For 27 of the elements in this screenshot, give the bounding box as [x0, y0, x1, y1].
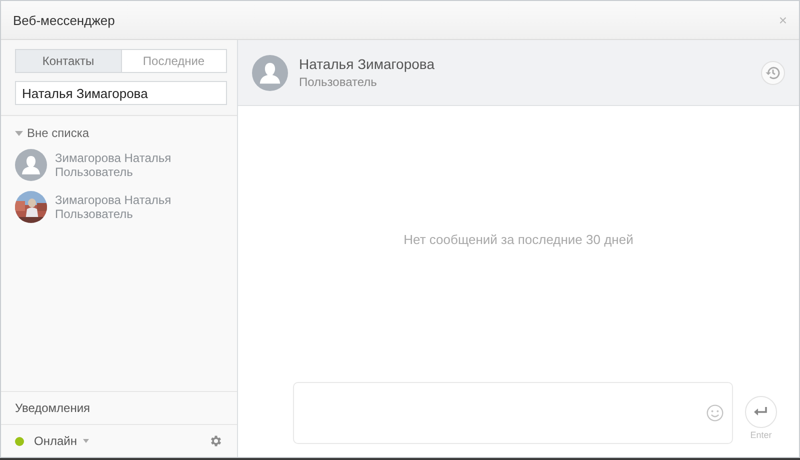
enter-hint: Enter — [750, 430, 772, 440]
caret-icon — [15, 129, 23, 137]
smiley-icon[interactable] — [706, 404, 724, 422]
notifications-label[interactable]: Уведомления — [1, 391, 237, 425]
empty-message: Нет сообщений за последние 30 дней — [404, 232, 634, 246]
history-icon — [765, 64, 781, 80]
settings-icon[interactable] — [209, 434, 223, 448]
search-field[interactable]: Наталья Зимагорова — [15, 81, 227, 105]
window-title: Веб-мессенджер — [13, 12, 115, 28]
contact-role: Пользователь — [55, 207, 134, 221]
contact-item[interactable]: Зимагорова Наталья Пользователь — [1, 186, 237, 228]
chat-contact-role: Пользователь — [299, 75, 378, 89]
avatar-icon — [15, 149, 47, 181]
status-dropdown[interactable]: Онлайн — [34, 434, 89, 448]
tab[interactable]: Последние — [122, 50, 226, 72]
group-header[interactable]: Вне списка — [1, 116, 237, 144]
chat-contact-name: Наталья Зимагорова — [299, 56, 434, 72]
contact-item[interactable]: Зимагорова Наталья Пользователь — [1, 144, 237, 186]
message-input[interactable] — [293, 382, 733, 444]
send-button[interactable] — [745, 396, 777, 428]
contact-name: Зимагорова Наталья — [55, 151, 172, 165]
contact-role: Пользователь — [55, 165, 134, 179]
avatar-icon — [252, 54, 288, 90]
caret-icon — [82, 439, 89, 443]
contact-name: Зимагорова Наталья — [55, 193, 172, 207]
tab[interactable]: Контакты — [16, 50, 122, 72]
history-button[interactable] — [761, 60, 785, 84]
